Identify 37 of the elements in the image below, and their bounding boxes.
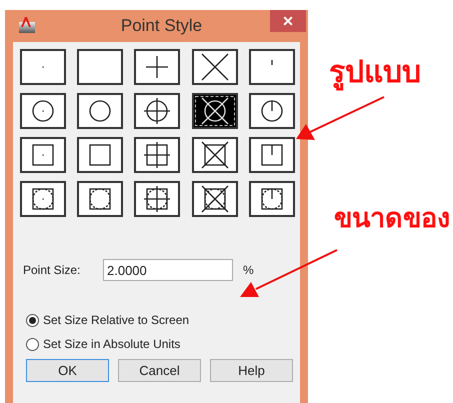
point-style-option[interactable] [192,93,238,129]
point-style-option[interactable] [20,49,66,85]
point-style-option[interactable] [248,181,295,217]
point-style-option[interactable] [20,181,66,217]
point-style-option[interactable] [192,49,238,85]
radio-button[interactable] [26,314,39,326]
point-style-option[interactable] [20,137,66,173]
point-style-option[interactable] [134,49,180,85]
point-style-option[interactable] [20,93,66,129]
point-style-option[interactable] [77,137,124,173]
app-icon [17,16,37,34]
point-size-label: Point Size: [23,262,82,279]
tick-icon [271,60,272,65]
point-style-option[interactable] [248,49,295,85]
radio-button[interactable] [26,338,39,350]
point-style-option[interactable] [134,93,180,129]
unit-label: % [243,262,254,279]
dialog-button[interactable]: OK [26,359,109,382]
point-style-option[interactable] [134,137,180,173]
point-symbol-icon [194,95,236,127]
point-style-option[interactable] [134,181,180,217]
point-style-option[interactable] [77,181,124,217]
point-style-option[interactable] [192,181,238,217]
dialog-button[interactable]: Help [210,359,293,382]
annotation-label: รูปแบบ [329,55,421,92]
point-style-option[interactable] [77,93,124,129]
point-style-option[interactable] [248,137,295,173]
annotation-label: ขนาดของ [334,202,450,235]
close-button[interactable]: × [270,10,306,32]
point-style-option[interactable] [248,93,295,129]
window-title: Point Style [120,15,202,38]
radio-label[interactable]: Set Size in Absolute Units [43,335,180,353]
point-style-option[interactable] [192,137,238,173]
point-style-option[interactable] [77,49,124,85]
dialog-button[interactable]: Cancel [118,359,201,382]
point-size-field[interactable]: 2.0000 [103,259,233,281]
radio-label[interactable]: Set Size Relative to Screen [43,311,190,329]
